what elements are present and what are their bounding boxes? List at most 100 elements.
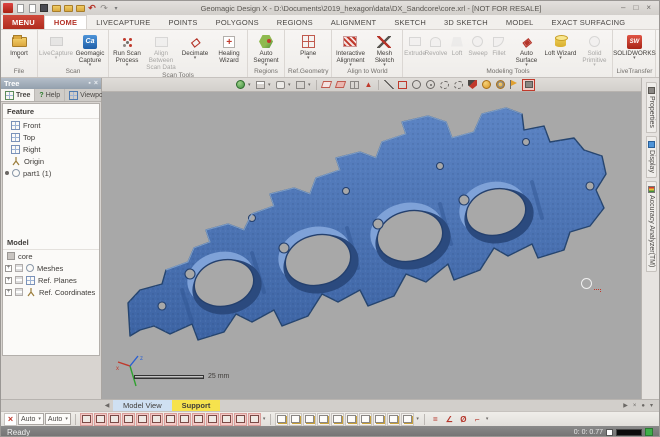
angle-icon[interactable]: ∠: [443, 413, 456, 426]
extrude-button[interactable]: Extrude: [404, 31, 425, 67]
view-tool-icon-2[interactable]: [289, 413, 302, 426]
chevron-down-icon[interactable]: ▾: [415, 416, 420, 422]
tree-item-meshes[interactable]: +Meshes: [3, 262, 99, 274]
viewport-3d[interactable]: ▾▾▾▾▲: [102, 78, 641, 399]
expander-icon[interactable]: +: [5, 265, 12, 272]
view-tool-icon-5[interactable]: [331, 413, 344, 426]
plane-button[interactable]: Plane▾: [291, 31, 325, 67]
view-tool-icon-1[interactable]: [275, 413, 288, 426]
orbit-select-icon[interactable]: [494, 79, 507, 91]
tree-item-ref-planes[interactable]: +Ref. Planes: [3, 274, 99, 286]
new-document-icon[interactable]: [15, 3, 25, 13]
solid-primitive-button[interactable]: Solid Primitive▾: [577, 31, 611, 67]
axis-view-icon[interactable]: ▲: [362, 79, 375, 91]
display-toggle-icon-9[interactable]: [192, 413, 205, 426]
menu-tab-points[interactable]: POINTS: [160, 15, 207, 29]
tab-menu-caret-icon[interactable]: ▾: [650, 402, 653, 409]
view-tool-icon-4[interactable]: [317, 413, 330, 426]
tree-item-origin[interactable]: Origin: [3, 155, 99, 167]
tree-item-top[interactable]: Top: [3, 131, 99, 143]
menu-tab-sketch[interactable]: SKETCH: [385, 15, 435, 29]
app-logo-icon[interactable]: [3, 3, 13, 13]
display-toggle-icon-11[interactable]: [220, 413, 233, 426]
paint-select-icon[interactable]: [466, 79, 479, 91]
menu-tab-home[interactable]: HOME: [44, 15, 87, 29]
freeform-select-icon[interactable]: [452, 79, 465, 91]
display-toggle-icon-10[interactable]: [206, 413, 219, 426]
circle-select-icon[interactable]: [410, 79, 423, 91]
redo-icon[interactable]: ↷: [99, 3, 109, 13]
panel-tab-properties[interactable]: Properties: [646, 82, 657, 133]
plane-view-filled-icon[interactable]: [334, 79, 347, 91]
display-toggle-icon-7[interactable]: [164, 413, 177, 426]
fillet-button[interactable]: Fillet: [488, 31, 509, 67]
close-icon[interactable]: ×: [646, 2, 651, 14]
customize-caret-icon[interactable]: ▾: [111, 3, 121, 13]
save-icon[interactable]: [39, 3, 49, 13]
menu-tab-model[interactable]: MODEL: [497, 15, 543, 29]
rectangle-select-icon[interactable]: [396, 79, 409, 91]
tab-target-icon[interactable]: ●: [641, 403, 645, 409]
display-toggle-icon-8[interactable]: [178, 413, 191, 426]
split-view-icon[interactable]: [348, 79, 361, 91]
display-toggle-icon-13[interactable]: [248, 413, 261, 426]
mesh-sketch-button[interactable]: Mesh Sketch▾: [367, 31, 401, 67]
menu-tab-3d-sketch[interactable]: 3D SKETCH: [435, 15, 497, 29]
display-toggle-icon-5[interactable]: [136, 413, 149, 426]
tree-item-ref-coordinates[interactable]: +Ref. Coordinates: [3, 286, 99, 298]
menu-tab-exact-surfacing[interactable]: EXACT SURFACING: [543, 15, 635, 29]
maximize-icon[interactable]: □: [633, 2, 638, 14]
import-folder-icon[interactable]: [51, 3, 61, 13]
view-tool-icon-6[interactable]: [345, 413, 358, 426]
livecapture-button[interactable]: LiveCapture▾: [39, 31, 73, 67]
display-toggle-icon-4[interactable]: [122, 413, 135, 426]
panel-tab-tree[interactable]: Tree: [1, 89, 35, 101]
view-tab-support[interactable]: Support: [172, 400, 221, 411]
selection-filter-select-1[interactable]: Auto▾: [18, 413, 44, 425]
tab-close-icon[interactable]: ×: [633, 403, 637, 409]
display-toggle-icon-2[interactable]: [94, 413, 107, 426]
section-icon[interactable]: ⌐: [471, 413, 484, 426]
flag-select-icon[interactable]: [508, 79, 521, 91]
view-tool-icon-3[interactable]: [303, 413, 316, 426]
undo-icon[interactable]: ↶: [87, 3, 97, 13]
panel-tab-display[interactable]: Display: [646, 136, 657, 178]
diameter-icon[interactable]: Ø: [457, 413, 470, 426]
tree-item-part1-1[interactable]: part1 (1): [3, 167, 99, 179]
sphere-select-icon[interactable]: [480, 79, 493, 91]
tab-scroll-left-icon[interactable]: ◀: [101, 400, 113, 411]
ruler-icon[interactable]: =: [429, 413, 442, 426]
tree-item-front[interactable]: Front: [3, 119, 99, 131]
import-folder-icon[interactable]: [63, 3, 73, 13]
expander-icon[interactable]: +: [5, 277, 12, 284]
chevron-down-icon[interactable]: ▾: [485, 416, 490, 422]
menu-tab-livecapture[interactable]: LIVECAPTURE: [87, 15, 159, 29]
menu-tab-regions[interactable]: REGIONS: [268, 15, 322, 29]
rounded-box-icon[interactable]: [274, 79, 287, 91]
loft-button[interactable]: Loft: [446, 31, 467, 67]
import-folder-icon[interactable]: [75, 3, 85, 13]
sweep-button[interactable]: Sweep: [467, 31, 488, 67]
minimize-icon[interactable]: –: [621, 2, 625, 14]
decimate-button[interactable]: ◇Decimate▾: [178, 31, 212, 71]
chevron-down-icon[interactable]: ▾: [268, 82, 273, 88]
menu-tab-polygons[interactable]: POLYGONS: [207, 15, 268, 29]
chevron-down-icon[interactable]: ▾: [248, 82, 253, 88]
display-toggle-icon-12[interactable]: [234, 413, 247, 426]
tree-item-core[interactable]: core: [3, 250, 99, 262]
menu-tab-alignment[interactable]: ALIGNMENT: [322, 15, 386, 29]
panel-tab-accuracy-analyzer-tm[interactable]: Accuracy Analyzer(TM): [646, 181, 657, 272]
view-tool-icon-9[interactable]: [387, 413, 400, 426]
auto-surface-button[interactable]: ◈Auto Surface▾: [509, 31, 543, 67]
display-toggle-icon-1[interactable]: [80, 413, 93, 426]
open-document-icon[interactable]: [27, 3, 37, 13]
panel-tab-help[interactable]: ?Help: [35, 89, 65, 101]
globe-render-icon[interactable]: [234, 79, 247, 91]
line-select-icon[interactable]: [382, 79, 395, 91]
lasso-select-icon[interactable]: [438, 79, 451, 91]
loft-wizard-button[interactable]: Loft Wizard▾: [543, 31, 577, 67]
plane-view-icon[interactable]: [320, 79, 333, 91]
menu-tab-menu[interactable]: MENU: [3, 15, 44, 29]
revolve-button[interactable]: Revolve: [425, 31, 446, 67]
auto-segment-button[interactable]: Auto Segment▾: [249, 31, 283, 67]
